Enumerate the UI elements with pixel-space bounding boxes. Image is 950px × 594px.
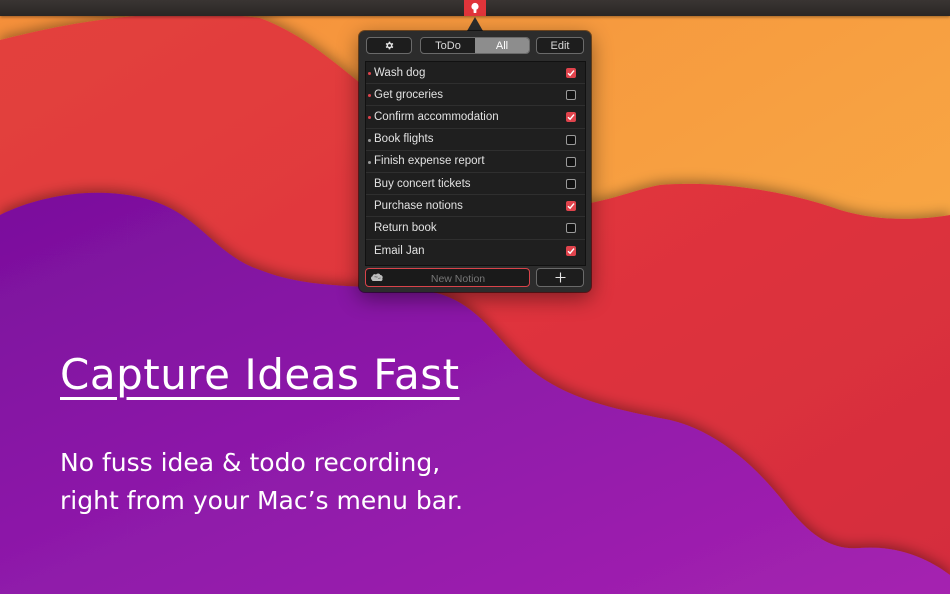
filter-segmented-control: ToDo All — [420, 37, 530, 54]
status-bar-icon-button[interactable] — [464, 0, 486, 16]
add-notion-button[interactable] — [536, 268, 584, 287]
edit-button[interactable]: Edit — [536, 37, 584, 54]
item-label: Email Jan — [374, 244, 425, 257]
item-label: Buy concert tickets — [374, 177, 471, 190]
item-label: Confirm accommodation — [374, 110, 499, 123]
list-item[interactable]: Get groceries — [366, 84, 585, 107]
item-label: Get groceries — [374, 88, 444, 101]
priority-dot — [368, 72, 371, 75]
new-notion-input[interactable] — [386, 270, 530, 287]
checkmark-icon — [567, 203, 575, 210]
list-item[interactable]: Buy concert tickets — [366, 173, 585, 196]
item-checkbox[interactable] — [566, 90, 576, 101]
tab-all[interactable]: All — [475, 38, 529, 53]
item-label: Return book — [374, 221, 437, 234]
plus-icon — [555, 272, 565, 283]
item-checkbox[interactable] — [566, 156, 576, 167]
item-checkbox[interactable] — [566, 245, 576, 256]
tagline-line-1: No fuss idea & todo recording, — [60, 448, 441, 477]
tagline-line-2: right from your Mac’s menu bar. — [60, 486, 464, 515]
priority-dot — [368, 160, 371, 164]
item-checkbox[interactable] — [566, 178, 576, 189]
checkmark-icon — [567, 247, 575, 254]
list-item[interactable]: Wash dog — [366, 62, 585, 85]
checkmark-icon — [567, 70, 575, 77]
settings-button[interactable] — [366, 37, 412, 54]
menu-bar — [0, 0, 950, 16]
new-notion-field[interactable] — [365, 268, 530, 287]
priority-dot — [368, 94, 371, 98]
item-checkbox[interactable] — [566, 112, 576, 123]
item-label: Purchase notions — [374, 199, 463, 212]
lightbulb-icon — [471, 2, 479, 13]
list-item[interactable]: Email Jan — [366, 240, 585, 262]
list-item[interactable]: Return book — [366, 217, 585, 240]
tab-todo[interactable]: ToDo — [421, 38, 475, 53]
priority-dot — [368, 116, 371, 120]
item-checkbox[interactable] — [566, 223, 576, 234]
checkmark-icon — [567, 114, 575, 121]
headline: Capture Ideas Fast — [60, 350, 460, 399]
notions-popover: ToDo All Edit Wash dog Get groceries Con… — [359, 31, 591, 292]
item-checkbox[interactable] — [566, 134, 576, 145]
brain-icon — [371, 273, 383, 282]
list-item[interactable]: Book flights — [366, 129, 585, 151]
popover-arrow — [467, 17, 483, 31]
priority-dot — [368, 138, 371, 142]
list-item[interactable]: Purchase notions — [366, 195, 585, 218]
item-checkbox[interactable] — [566, 68, 576, 78]
notion-list: Wash dog Get groceries Confirm accommoda… — [365, 61, 586, 266]
item-checkbox[interactable] — [566, 201, 576, 212]
list-item[interactable]: Confirm accommodation — [366, 106, 585, 129]
item-label: Book flights — [374, 133, 434, 146]
tagline: No fuss idea & todo recording, right from… — [60, 444, 463, 520]
list-item[interactable]: Finish expense report — [366, 151, 585, 173]
item-label: Wash dog — [374, 66, 426, 79]
item-label: Finish expense report — [374, 155, 485, 168]
gear-icon — [385, 41, 393, 50]
